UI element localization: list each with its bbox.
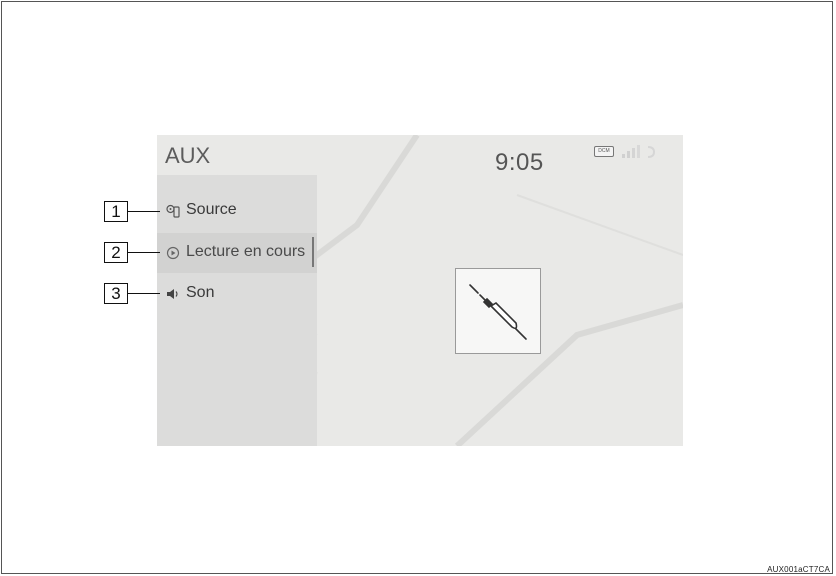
aux-input-tile	[455, 268, 541, 354]
active-indicator	[312, 237, 314, 267]
head-unit-screen: AUX 9:05 DCM Source Lecture en cours Son	[157, 135, 683, 446]
callout-3: 3	[104, 283, 128, 304]
callout-2: 2	[104, 242, 128, 263]
source-icon	[166, 204, 180, 218]
menu-item-label: Source	[186, 201, 237, 218]
speaker-icon	[167, 289, 178, 299]
callout-2-leader	[128, 252, 160, 253]
aux-cable-icon	[469, 284, 527, 340]
side-menu: Source Lecture en cours Son	[157, 175, 317, 446]
menu-item-now-playing[interactable]: Lecture en cours	[157, 233, 317, 273]
menu-item-label: Son	[186, 284, 215, 301]
menu-item-sound[interactable]: Son	[157, 274, 317, 314]
callout-1: 1	[104, 201, 128, 222]
menu-item-label: Lecture en cours	[186, 243, 306, 260]
source-title: AUX	[165, 143, 211, 168]
callout-1-leader	[128, 211, 160, 212]
signal-strength-icon	[622, 145, 656, 158]
dcm-badge: DCM	[594, 146, 614, 157]
menu-item-source[interactable]: Source	[157, 191, 317, 231]
play-circle-icon	[166, 246, 180, 260]
clock: 9:05	[495, 149, 544, 176]
callout-3-leader	[128, 293, 160, 294]
figure-code: AUX001aCT7CA	[767, 565, 830, 574]
